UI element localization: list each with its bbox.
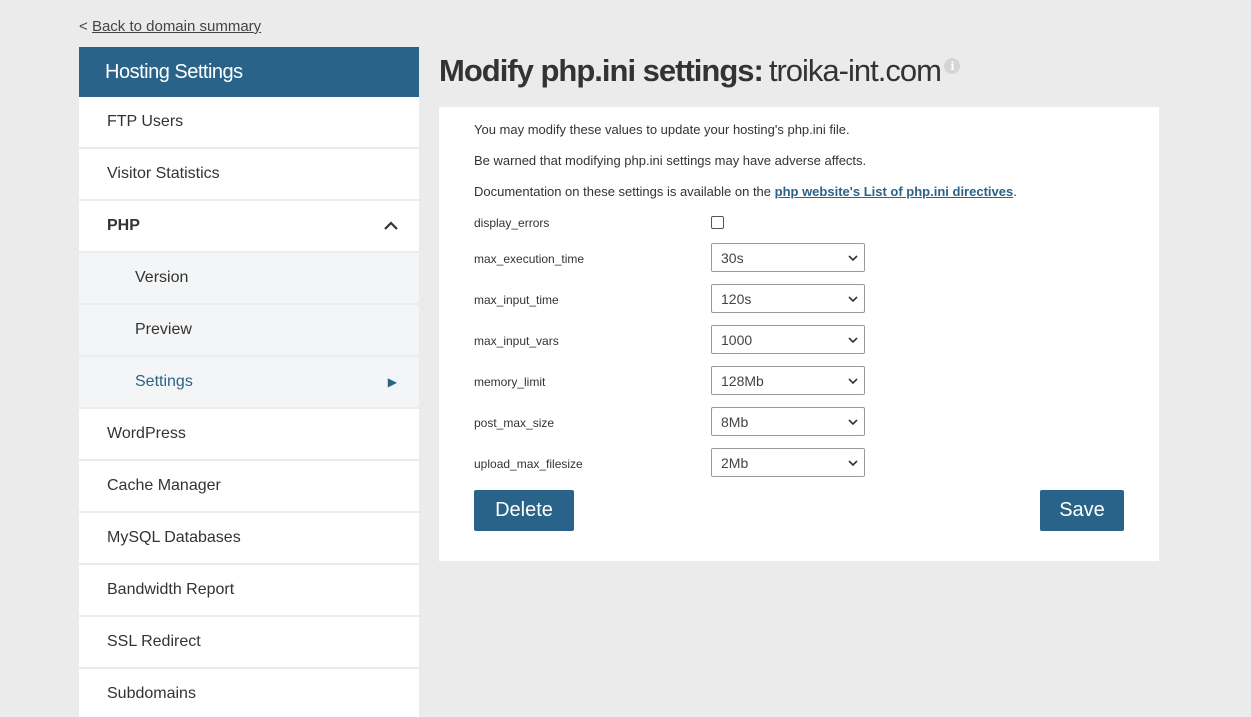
upload-max-filesize-select[interactable]: 2Mb: [711, 448, 865, 477]
sidebar-item-label: Preview: [135, 321, 192, 338]
sidebar-item-version[interactable]: Version: [79, 253, 419, 305]
setting-row-post-max-size: post_max_size 8Mb: [474, 401, 1124, 442]
chevron-down-icon: [848, 418, 858, 425]
page-title-domain: troika-int.com: [768, 53, 942, 88]
caret-right-icon: ▶: [387, 375, 397, 389]
back-to-domain-summary-link[interactable]: Back to domain summary: [92, 18, 261, 35]
setting-row-max-execution-time: max_execution_time 30s: [474, 237, 1124, 278]
documentation-prefix: Documentation on these settings is avail…: [474, 184, 775, 199]
setting-label: max_execution_time: [474, 251, 585, 266]
sidebar-item-visitor-statistics[interactable]: Visitor Statistics: [79, 149, 419, 201]
sidebar-item-label: PHP: [107, 217, 140, 234]
select-value: 128Mb: [721, 372, 764, 389]
chevron-down-icon: [848, 295, 858, 302]
sidebar-item-ssl-redirect[interactable]: SSL Redirect: [79, 617, 419, 669]
chevron-down-icon: [848, 377, 858, 384]
info-icon[interactable]: i: [943, 58, 960, 74]
setting-label: display_errors: [474, 216, 550, 230]
chevron-down-icon: [848, 254, 858, 261]
post-max-size-select[interactable]: 8Mb: [711, 407, 865, 436]
page-title-label: Modify php.ini settings:: [439, 53, 764, 88]
select-value: 30s: [721, 249, 744, 266]
back-link-container: < Back to domain summary: [79, 18, 261, 35]
sidebar-item-label: FTP Users: [107, 113, 184, 130]
sidebar-item-settings[interactable]: Settings ▶: [79, 357, 419, 409]
sidebar: Hosting Settings FTP Users Visitor Stati…: [79, 47, 419, 717]
chevron-down-icon: [848, 336, 858, 343]
setting-label: max_input_time: [474, 292, 559, 307]
setting-row-max-input-vars: max_input_vars 1000: [474, 319, 1124, 360]
php-directives-link[interactable]: php website's List of php.ini directives: [775, 184, 1014, 199]
delete-button[interactable]: Delete: [474, 490, 574, 531]
sidebar-item-label: SSL Redirect: [107, 633, 201, 650]
save-button[interactable]: Save: [1040, 490, 1124, 531]
warning-text: Be warned that modifying php.ini setting…: [474, 153, 867, 168]
setting-row-upload-max-filesize: upload_max_filesize 2Mb: [474, 442, 1124, 483]
intro-text: You may modify these values to update yo…: [474, 122, 850, 137]
select-value: 120s: [721, 290, 752, 307]
settings-panel: You may modify these values to update yo…: [439, 107, 1159, 561]
sidebar-title: Hosting Settings: [79, 47, 419, 97]
sidebar-item-label: Settings: [135, 373, 193, 390]
select-value: 8Mb: [721, 413, 749, 430]
page-title: Modify php.ini settings: troika-int.com …: [439, 53, 960, 89]
sidebar-item-label: WordPress: [107, 425, 186, 442]
sidebar-item-php[interactable]: PHP: [79, 201, 419, 253]
documentation-suffix: .: [1013, 184, 1017, 199]
setting-row-memory-limit: memory_limit 128Mb: [474, 360, 1124, 401]
sidebar-item-label: Cache Manager: [107, 477, 221, 494]
setting-label: upload_max_filesize: [474, 456, 583, 471]
sidebar-item-label: Bandwidth Report: [107, 581, 235, 598]
sidebar-item-subdomains[interactable]: Subdomains: [79, 669, 419, 717]
sidebar-item-preview[interactable]: Preview: [79, 305, 419, 357]
sidebar-item-label: MySQL Databases: [107, 529, 241, 546]
setting-label: max_input_vars: [474, 333, 559, 348]
chevron-up-icon: [383, 218, 399, 234]
memory-limit-select[interactable]: 128Mb: [711, 366, 865, 395]
setting-row-display-errors: display_errors: [474, 207, 1124, 237]
sidebar-item-label: Visitor Statistics: [107, 165, 220, 182]
sidebar-item-mysql-databases[interactable]: MySQL Databases: [79, 513, 419, 565]
select-value: 1000: [721, 331, 753, 348]
max-input-vars-select[interactable]: 1000: [711, 325, 865, 354]
setting-label: memory_limit: [474, 374, 546, 389]
sidebar-item-ftp-users[interactable]: FTP Users: [79, 97, 419, 149]
sidebar-item-wordpress[interactable]: WordPress: [79, 409, 419, 461]
select-value: 2Mb: [721, 454, 749, 471]
max-input-time-select[interactable]: 120s: [711, 284, 865, 313]
sidebar-item-label: Subdomains: [107, 685, 196, 702]
documentation-text: Documentation on these settings is avail…: [474, 184, 1124, 199]
chevron-down-icon: [848, 459, 858, 466]
back-prefix: <: [79, 18, 88, 35]
setting-label: post_max_size: [474, 415, 555, 430]
max-execution-time-select[interactable]: 30s: [711, 243, 865, 272]
sidebar-item-label: Version: [135, 269, 189, 286]
display-errors-checkbox[interactable]: [711, 215, 724, 229]
setting-row-max-input-time: max_input_time 120s: [474, 278, 1124, 319]
sidebar-item-cache-manager[interactable]: Cache Manager: [79, 461, 419, 513]
action-buttons: Delete Save: [474, 490, 1124, 531]
sidebar-item-bandwidth-report[interactable]: Bandwidth Report: [79, 565, 419, 617]
